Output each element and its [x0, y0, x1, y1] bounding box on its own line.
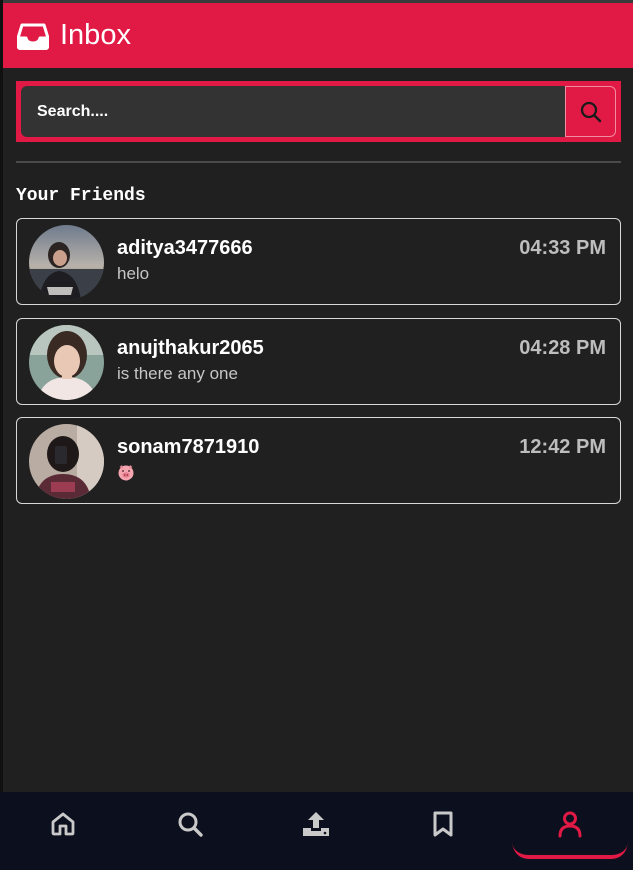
avatar [29, 325, 104, 400]
friend-last-message: helo [117, 264, 150, 283]
search-button[interactable] [565, 86, 616, 137]
section-title: Your Friends [16, 186, 146, 206]
nav-profile[interactable] [506, 792, 633, 870]
friend-message-time: 12:42 PM [519, 436, 606, 458]
page-title: Inbox [60, 19, 131, 51]
nav-home[interactable] [0, 792, 127, 870]
nav-upload[interactable] [253, 792, 380, 870]
search-icon [178, 812, 203, 837]
pig-face-icon [118, 465, 134, 481]
friend-item[interactable]: sonam7871910 🐷 12:42 PM [16, 417, 621, 504]
nav-search[interactable] [127, 792, 254, 870]
friend-message-time: 04:33 PM [519, 237, 606, 259]
friend-item[interactable]: anujthakur2065 is there any one 04:28 PM [16, 318, 621, 405]
profile-icon [558, 811, 582, 838]
search-input[interactable] [21, 86, 565, 137]
friend-last-message: 🐷 [117, 463, 135, 483]
friend-username: anujthakur2065 [117, 337, 264, 359]
avatar [29, 225, 104, 300]
search-bar [16, 81, 621, 142]
home-icon [51, 812, 75, 836]
friend-username: sonam7871910 [117, 436, 260, 458]
search-icon [580, 101, 601, 122]
window-left-edge [0, 0, 3, 870]
friend-message-time: 04:28 PM [519, 337, 606, 359]
bookmark-icon [433, 811, 453, 837]
friend-last-message: is there any one [117, 364, 238, 383]
app-header: Inbox [3, 3, 633, 68]
friend-username: aditya3477666 [117, 237, 253, 259]
divider [16, 161, 621, 163]
inbox-tray-icon [17, 22, 49, 50]
active-tab-indicator [512, 835, 628, 859]
friend-item[interactable]: aditya3477666 helo 04:33 PM [16, 218, 621, 305]
nav-bookmarks[interactable] [380, 792, 507, 870]
avatar [29, 424, 104, 499]
bottom-navigation [0, 792, 633, 870]
upload-icon [303, 812, 330, 836]
